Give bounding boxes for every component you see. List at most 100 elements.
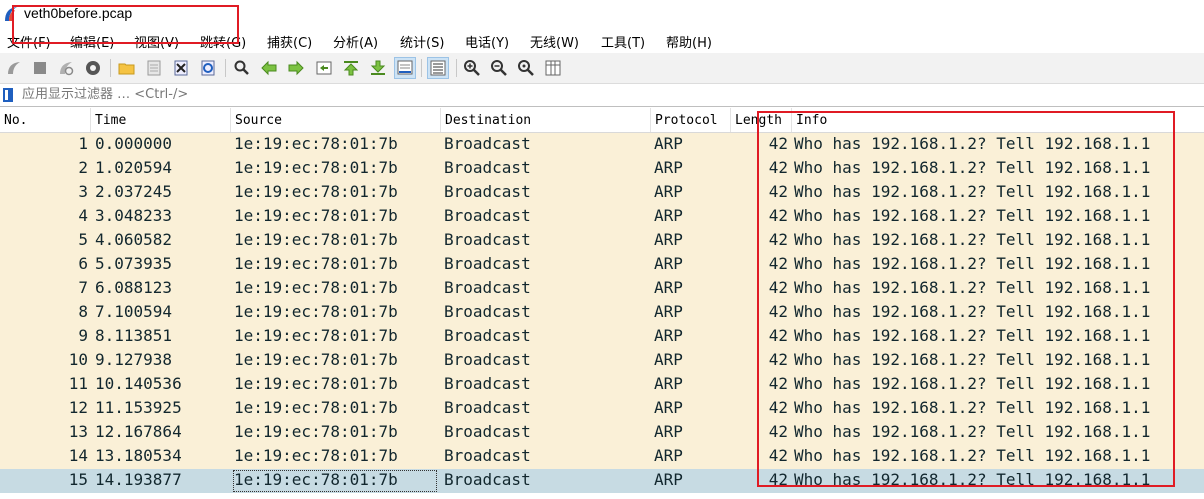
menu-statistics[interactable]: 统计(S) [400, 32, 444, 51]
column-header-destination[interactable]: Destination [441, 108, 651, 132]
packet-row[interactable]: 4 3.048233 1e:19:ec:78:01:7b Broadcast ARP 42… [0, 205, 1204, 229]
menu-go[interactable]: 跳转(G) [200, 32, 246, 51]
packet-info: Who has 192.168.1.2? Tell 192.168.1.1 [794, 254, 1151, 273]
capture-options-icon[interactable] [82, 57, 104, 79]
start-capture-icon[interactable] [3, 57, 25, 79]
packet-protocol: ARP [654, 134, 683, 153]
packet-length: 42 [768, 182, 788, 201]
save-file-icon[interactable] [143, 57, 165, 79]
column-header-protocol[interactable]: Protocol [651, 108, 731, 132]
open-file-icon[interactable] [116, 57, 138, 79]
packet-time: 2.037245 [95, 182, 173, 201]
go-to-packet-icon[interactable] [313, 57, 335, 79]
title-bar: veth0before.pcap [0, 0, 1204, 30]
column-header-time[interactable]: Time [91, 108, 231, 132]
last-packet-icon[interactable] [367, 57, 389, 79]
column-header-source[interactable]: Source [231, 108, 441, 132]
packet-destination: Broadcast [444, 182, 531, 201]
packet-row[interactable]: 10 9.127938 1e:19:ec:78:01:7b Broadcast ARP 4… [0, 349, 1204, 373]
menu-analyze[interactable]: 分析(A) [333, 32, 378, 51]
window-title: veth0before.pcap [24, 5, 133, 21]
stop-capture-icon[interactable] [29, 57, 51, 79]
packet-destination: Broadcast [444, 350, 531, 369]
packet-row[interactable]: 3 2.037245 1e:19:ec:78:01:7b Broadcast ARP 42… [0, 181, 1204, 205]
packet-row[interactable]: 5 4.060582 1e:19:ec:78:01:7b Broadcast ARP 42… [0, 229, 1204, 253]
close-file-icon[interactable] [170, 57, 192, 79]
find-packet-icon[interactable] [231, 57, 253, 79]
packet-time: 5.073935 [95, 254, 173, 273]
menu-view[interactable]: 视图(V) [134, 32, 179, 51]
packet-row[interactable]: 11 10.140536 1e:19:ec:78:01:7b Broadcast ARP… [0, 373, 1204, 397]
resize-columns-icon[interactable] [542, 57, 564, 79]
zoom-in-icon[interactable] [461, 57, 483, 79]
packet-destination: Broadcast [444, 158, 531, 177]
packet-length: 42 [768, 206, 788, 225]
zoom-out-icon[interactable] [488, 57, 510, 79]
packet-info: Who has 192.168.1.2? Tell 192.168.1.1 [794, 446, 1151, 465]
packet-info: Who has 192.168.1.2? Tell 192.168.1.1 [794, 302, 1151, 321]
packet-destination: Broadcast [444, 206, 531, 225]
packet-row[interactable]: 2 1.020594 1e:19:ec:78:01:7b Broadcast ARP 42… [0, 157, 1204, 181]
packet-row[interactable]: 14 13.180534 1e:19:ec:78:01:7b Broadcast ARP… [0, 445, 1204, 469]
display-filter-input[interactable] [18, 85, 1204, 104]
packet-source: 1e:19:ec:78:01:7b [234, 374, 398, 393]
packet-length: 42 [768, 254, 788, 273]
menu-edit[interactable]: 编辑(E) [70, 32, 114, 51]
bookmark-icon[interactable] [2, 87, 14, 103]
packet-source: 1e:19:ec:78:01:7b [234, 182, 398, 201]
packet-row[interactable]: 1 0.000000 1e:19:ec:78:01:7b Broadcast ARP 42… [0, 133, 1204, 157]
menu-telephony[interactable]: 电话(Y) [465, 32, 509, 51]
packet-row[interactable]: 8 7.100594 1e:19:ec:78:01:7b Broadcast ARP 42… [0, 301, 1204, 325]
packet-source: 1e:19:ec:78:01:7b [234, 350, 398, 369]
packet-protocol: ARP [654, 422, 683, 441]
colorize-icon[interactable] [427, 57, 449, 79]
packet-protocol: ARP [654, 158, 683, 177]
packet-time: 9.127938 [95, 350, 173, 369]
packet-length: 42 [768, 470, 788, 489]
main-toolbar [0, 53, 1204, 84]
first-packet-icon[interactable] [340, 57, 362, 79]
menu-capture[interactable]: 捕获(C) [267, 32, 312, 51]
packet-length: 42 [768, 134, 788, 153]
packet-destination: Broadcast [444, 422, 531, 441]
packet-info: Who has 192.168.1.2? Tell 192.168.1.1 [794, 158, 1151, 177]
menu-help[interactable]: 帮助(H) [666, 32, 712, 51]
packet-length: 42 [768, 230, 788, 249]
packet-row[interactable]: 7 6.088123 1e:19:ec:78:01:7b Broadcast ARP 42… [0, 277, 1204, 301]
packet-destination: Broadcast [444, 398, 531, 417]
auto-scroll-icon[interactable] [394, 57, 416, 79]
menu-file[interactable]: 文件(F) [7, 32, 51, 51]
menu-tools[interactable]: 工具(T) [601, 32, 645, 51]
packet-row[interactable]: 9 8.113851 1e:19:ec:78:01:7b Broadcast ARP 42… [0, 325, 1204, 349]
menu-wireless[interactable]: 无线(W) [530, 32, 579, 51]
packet-time: 8.113851 [95, 326, 173, 345]
packet-protocol: ARP [654, 230, 683, 249]
packet-list-header: No. Time Source Destination Protocol Len… [0, 108, 1204, 133]
packet-info: Who has 192.168.1.2? Tell 192.168.1.1 [794, 230, 1151, 249]
packet-destination: Broadcast [444, 446, 531, 465]
reload-file-icon[interactable] [197, 57, 219, 79]
restart-capture-icon[interactable] [55, 57, 77, 79]
packet-row[interactable]: 13 12.167864 1e:19:ec:78:01:7b Broadcast ARP… [0, 421, 1204, 445]
column-header-no[interactable]: No. [0, 108, 91, 132]
packet-number: 2 [78, 158, 88, 177]
packet-time: 11.153925 [95, 398, 182, 417]
zoom-normal-icon[interactable] [515, 57, 537, 79]
packet-time: 4.060582 [95, 230, 173, 249]
packet-info: Who has 192.168.1.2? Tell 192.168.1.1 [794, 374, 1151, 393]
packet-number: 7 [78, 278, 88, 297]
column-header-info[interactable]: Info [792, 108, 1204, 132]
packet-length: 42 [768, 278, 788, 297]
go-forward-icon[interactable] [285, 57, 307, 79]
packet-list: 1 0.000000 1e:19:ec:78:01:7b Broadcast ARP 42… [0, 133, 1204, 493]
packet-protocol: ARP [654, 302, 683, 321]
packet-length: 42 [768, 446, 788, 465]
packet-length: 42 [768, 326, 788, 345]
go-back-icon[interactable] [258, 57, 280, 79]
packet-row[interactable]: 15 14.193877 1e:19:ec:78:01:7b Broadcast ARP… [0, 469, 1204, 493]
packet-row[interactable]: 6 5.073935 1e:19:ec:78:01:7b Broadcast ARP 42… [0, 253, 1204, 277]
packet-destination: Broadcast [444, 374, 531, 393]
packet-row[interactable]: 12 11.153925 1e:19:ec:78:01:7b Broadcast ARP… [0, 397, 1204, 421]
packet-protocol: ARP [654, 446, 683, 465]
column-header-length[interactable]: Length [731, 108, 792, 132]
